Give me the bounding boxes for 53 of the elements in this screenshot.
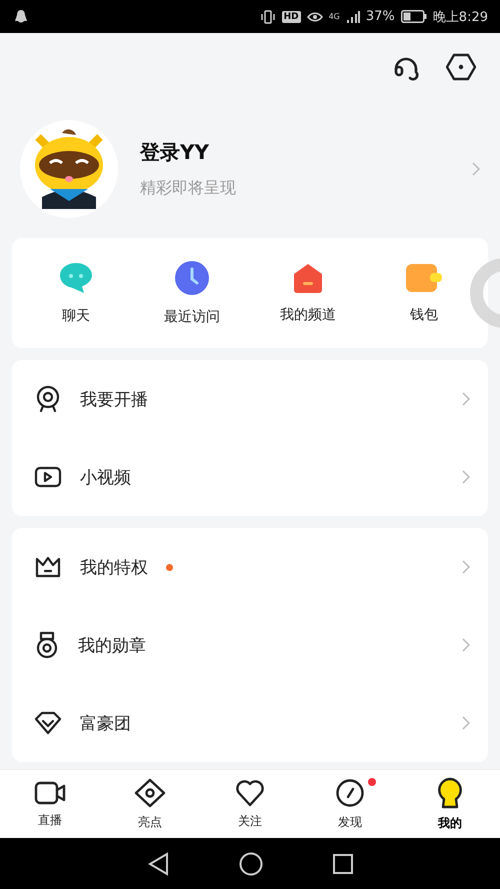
hd-indicator: HD <box>282 10 301 22</box>
back-icon[interactable] <box>147 852 169 876</box>
tab-item[interactable]: 亮点 <box>100 770 200 838</box>
chevron-right-icon <box>462 560 470 574</box>
eye-icon <box>134 778 166 808</box>
home-icon[interactable] <box>239 852 263 876</box>
battery-icon <box>400 10 427 23</box>
recent-apps-icon[interactable] <box>333 854 353 874</box>
tab-item[interactable]: 发现 <box>300 770 400 838</box>
battery-percent: 37% <box>366 9 395 24</box>
menu-row[interactable]: 富豪团 <box>12 684 488 762</box>
bulb-icon <box>436 776 464 808</box>
chevron-right-icon <box>462 470 470 484</box>
crown-icon <box>34 555 62 579</box>
chat-bubble-icon <box>58 261 94 295</box>
settings-icon[interactable] <box>446 52 476 82</box>
diamond-icon <box>34 711 62 735</box>
menu-label: 我的特权 <box>80 556 148 578</box>
menu-row[interactable]: 小视频 <box>12 438 488 516</box>
webcam-icon <box>34 385 62 413</box>
clock-time: 晚上8:29 <box>432 8 488 26</box>
chevron-right-icon <box>462 638 470 652</box>
profile-subtitle: 精彩即将呈现 <box>140 178 237 199</box>
menu-row[interactable]: 我的勋章 <box>12 606 488 684</box>
tab-item[interactable]: 直播 <box>0 770 100 838</box>
menu-label: 我的勋章 <box>78 634 146 656</box>
shortcut-item[interactable]: 聊天 <box>26 261 126 325</box>
play-video-icon <box>34 465 62 489</box>
shortcut-item[interactable]: 钱包 <box>374 262 474 324</box>
menu-row[interactable]: 我的特权 <box>12 528 488 606</box>
chevron-right-icon <box>472 162 480 176</box>
menu-label: 我要开播 <box>80 388 148 410</box>
wallet-icon <box>404 262 444 294</box>
house-icon <box>292 262 324 294</box>
tab-item[interactable]: 关注 <box>200 770 300 838</box>
chevron-right-icon <box>462 716 470 730</box>
shortcut-item[interactable]: 最近访问 <box>142 260 242 326</box>
heart-icon <box>235 778 265 806</box>
medal-icon <box>34 631 60 659</box>
video-camera-icon <box>34 780 66 806</box>
tab-item[interactable]: 我的 <box>400 770 500 838</box>
signal-icon <box>346 10 360 22</box>
network-type: 4G <box>328 12 340 21</box>
menu-row[interactable]: 我要开播 <box>12 360 488 438</box>
shortcut-item[interactable]: 我的频道 <box>258 262 358 324</box>
login-title[interactable]: 登录YY <box>140 139 450 166</box>
chevron-right-icon <box>462 392 470 406</box>
vibrate-icon <box>260 8 276 24</box>
menu-label: 富豪团 <box>80 712 131 734</box>
menu-label: 小视频 <box>80 466 131 488</box>
clock-icon <box>174 260 210 296</box>
compass-icon <box>335 778 365 808</box>
eye-icon <box>306 10 323 22</box>
